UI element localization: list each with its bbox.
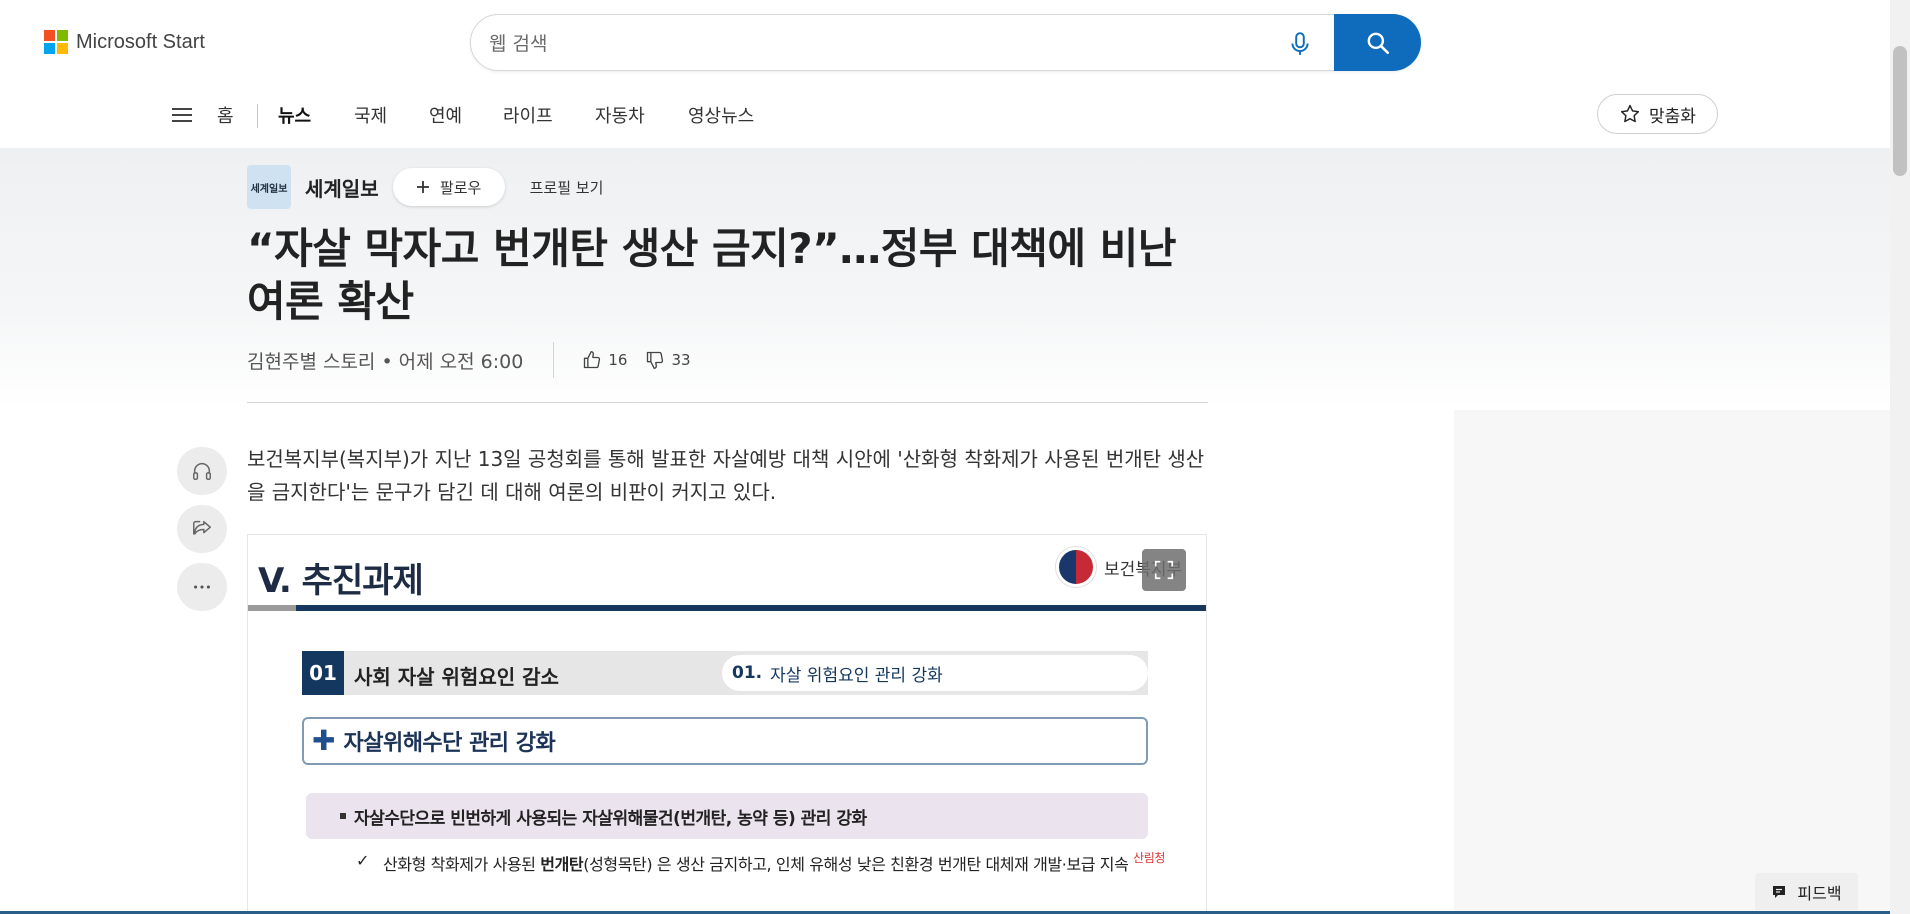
section-title: 사회 자살 위험요인 감소 (354, 665, 559, 689)
article-image[interactable]: V. 추진과제 보건복지부 01 사회 자살 위험요인 감소 01. 자살 위험… (247, 534, 1207, 914)
side-actions (177, 447, 227, 611)
dislike-count: 33 (671, 351, 691, 369)
publisher-row: 세계일보 세계일보 팔로우 프로필 보기 (247, 165, 603, 209)
microsoft-start-logo[interactable]: Microsoft Start (44, 30, 205, 54)
search-button[interactable] (1334, 14, 1421, 71)
share-icon (193, 520, 211, 535)
figure-rule-navy (296, 605, 1206, 611)
scrollbar[interactable] (1890, 0, 1910, 914)
nav-item-world[interactable]: 국제 (354, 102, 387, 128)
feedback-button[interactable]: 피드백 (1755, 873, 1858, 910)
feedback-label: 피드백 (1797, 883, 1842, 903)
follow-label: 팔로우 (439, 178, 482, 197)
subsection-title: 자살 위험요인 관리 강화 (770, 665, 943, 686)
byline: 김현주별 스토리 • 어제 오전 6:00 (247, 350, 524, 373)
bullet-text: 자살수단으로 빈번하게 사용되는 자살위해물건(번개탄, 농약 등) 관리 강화 (354, 808, 867, 829)
top-bar: Microsoft Start (0, 0, 1890, 84)
follow-button[interactable]: 팔로우 (392, 168, 505, 206)
right-rail (1454, 410, 1890, 914)
search-icon (1367, 32, 1389, 54)
listen-button[interactable] (177, 447, 227, 495)
check-text-suffix: (성형목탄) 은 생산 금지하고, 인체 유해성 낮은 친환경 번개탄 대체재 … (583, 855, 1129, 874)
check-text-prefix: 산화형 착화제가 사용된 (383, 855, 541, 874)
meta-divider (553, 342, 555, 378)
nav-item-entertainment[interactable]: 연예 (429, 102, 462, 128)
figure-title: V. 추진과제 (258, 561, 424, 601)
figure-box-title: ✚ 자살위해수단 관리 강화 (302, 717, 1148, 765)
more-options-button[interactable] (177, 563, 227, 611)
publisher-logo[interactable]: 세계일보 (247, 165, 291, 209)
publisher-logo-text: 세계일보 (250, 183, 288, 195)
ministry-emblem-icon (1056, 547, 1096, 587)
meta-separator-line (247, 402, 1208, 403)
nav-divider (257, 104, 258, 128)
nav-item-video-news[interactable]: 영상뉴스 (688, 102, 754, 128)
personalize-label: 맞춤화 (1649, 106, 1696, 127)
article-headline: “자살 막자고 번개탄 생산 금지?”…정부 대책에 비난여론 확산 (247, 224, 1176, 326)
article-lead-paragraph: 보건복지부(복지부)가 지난 13일 공청회를 통해 발표한 자살예방 대책 시… (247, 447, 1205, 504)
thumbs-up-icon (584, 351, 601, 369)
like-count: 16 (608, 351, 628, 369)
menu-icon[interactable] (172, 106, 192, 124)
figure-check-item: ✓ 산화형 착화제가 사용된 번개탄(성형목탄) 은 생산 금지하고, 인체 유… (356, 851, 1165, 875)
like-button[interactable]: 16 (582, 350, 627, 370)
personalize-button[interactable]: 맞춤화 (1597, 94, 1718, 134)
subsection-pill: 01. 자살 위험요인 관리 강화 (722, 655, 1148, 691)
dislike-button[interactable]: 33 (645, 350, 691, 370)
search-box (470, 14, 1421, 71)
nav-item-life[interactable]: 라이프 (503, 102, 553, 128)
figure-bullet: 자살수단으로 빈번하게 사용되는 자살위해물건(번개탄, 농약 등) 관리 강화 (306, 793, 1148, 839)
thumbs-down-icon (647, 351, 664, 369)
nav-item-news[interactable]: 뉴스 (278, 102, 311, 128)
expand-image-button[interactable] (1142, 549, 1186, 591)
check-text: 산화형 착화제가 사용된 번개탄(성형목탄) 은 생산 금지하고, 인체 유해성… (383, 851, 1165, 875)
star-icon (1620, 104, 1640, 123)
figure-rule-gray (248, 605, 296, 611)
search-input[interactable] (489, 31, 1249, 57)
microsoft-logo-icon (44, 30, 68, 54)
expand-icon (1154, 560, 1174, 580)
box-title-text: 자살위해수단 관리 강화 (343, 731, 556, 756)
nav-item-home[interactable]: 홈 (217, 102, 234, 128)
more-icon (194, 585, 210, 589)
check-icon: ✓ (356, 851, 370, 870)
agency-tag: 산림청 (1133, 851, 1166, 865)
headphones-icon (193, 463, 211, 480)
cross-icon: ✚ (312, 724, 336, 757)
section-number: 01 (302, 651, 344, 695)
view-profile-link[interactable]: 프로필 보기 (530, 177, 604, 198)
category-nav: 홈 뉴스 국제 연예 라이프 자동차 영상뉴스 맞춤화 (0, 84, 1890, 148)
feedback-icon (1773, 885, 1786, 898)
subsection-number: 01. (732, 663, 763, 683)
figure-section-row: 01 사회 자살 위험요인 감소 01. 자살 위험요인 관리 강화 (302, 651, 1148, 695)
plus-icon (416, 181, 429, 193)
check-text-bold: 번개탄 (540, 855, 584, 874)
nav-item-autos[interactable]: 자동차 (595, 102, 645, 128)
microphone-icon[interactable] (1287, 31, 1313, 57)
publisher-name[interactable]: 세계일보 (305, 173, 379, 202)
article-meta: 김현주별 스토리 • 어제 오전 6:00 16 33 (247, 342, 709, 378)
logo-text: Microsoft Start (76, 30, 205, 53)
scrollbar-thumb[interactable] (1893, 46, 1907, 176)
share-button[interactable] (177, 505, 227, 553)
